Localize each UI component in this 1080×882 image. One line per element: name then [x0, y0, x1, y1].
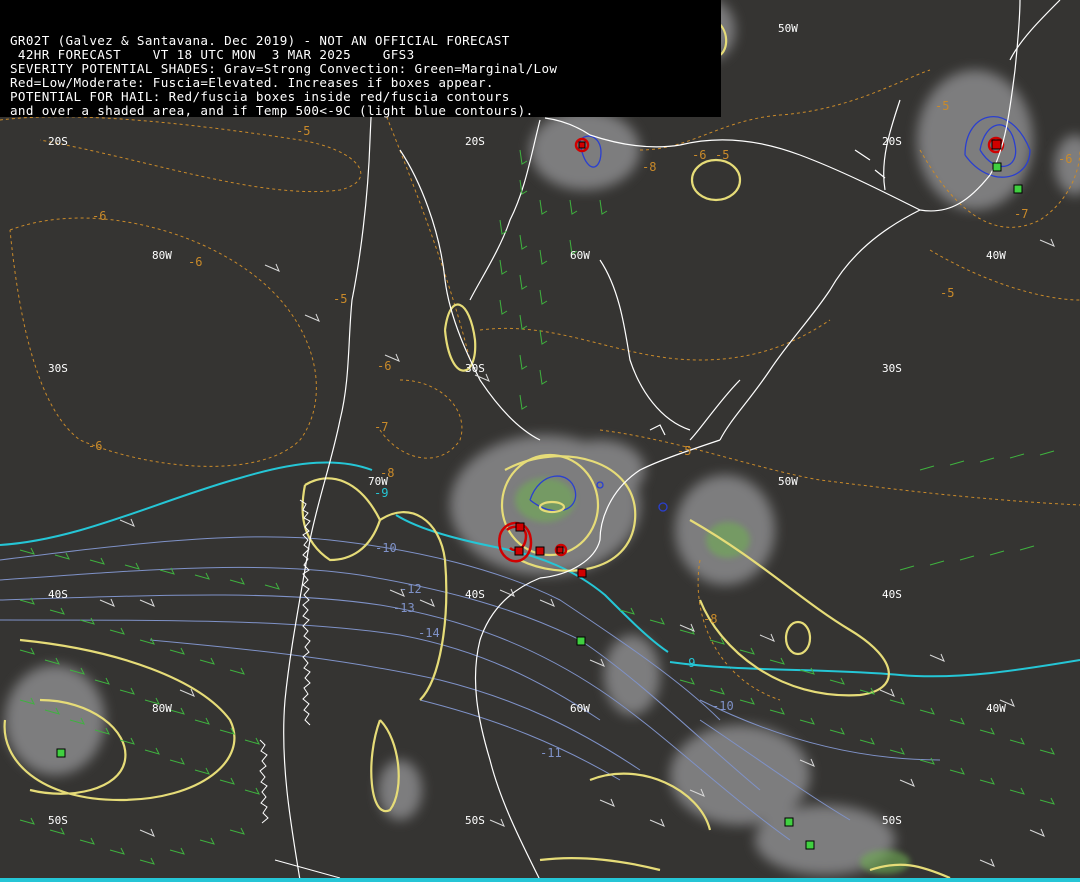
- temp-label: -8: [703, 612, 717, 626]
- map-canvas: 20S 20S 20S 30S 30S 30S 40S 40S 40S 50S …: [0, 0, 1080, 882]
- hail-box-icon: [514, 546, 524, 556]
- lat-label: 30S: [465, 362, 485, 375]
- lon-label: 60W: [570, 702, 590, 715]
- lat-label: 30S: [882, 362, 902, 375]
- lat-label: 20S: [48, 135, 68, 148]
- hail-box-icon: [535, 546, 545, 556]
- temp-label: -7: [1014, 207, 1028, 221]
- temp-label: -5: [940, 286, 954, 300]
- hail-box-icon: [991, 139, 1002, 150]
- temp-label: -6: [92, 209, 106, 223]
- lat-label: 50S: [465, 814, 485, 827]
- temp-label: -9: [374, 486, 388, 500]
- temp-label: -6: [188, 255, 202, 269]
- temp-label: -6: [692, 148, 706, 162]
- chile-fjords: [259, 499, 341, 879]
- weather-map: 20S 20S 20S 30S 30S 30S 40S 40S 40S 50S …: [0, 0, 1080, 882]
- temp-label: -8: [642, 160, 656, 174]
- temp-label: -7: [374, 420, 388, 434]
- header-legend-severity: SEVERITY POTENTIAL SHADES: Grav=Strong C…: [10, 60, 558, 76]
- temperature-labels: -5 -5 -5 -5 -5 -5 -6 -6 -6 -6 -6 -6 -7 -…: [88, 99, 1072, 760]
- hail-box-icon: [578, 141, 586, 149]
- temp-label: -6: [377, 359, 391, 373]
- lat-label: 40S: [48, 588, 68, 601]
- temp-label: -5: [296, 124, 310, 138]
- lat-label: 20S: [882, 135, 902, 148]
- header-legend-hail: POTENTIAL FOR HAIL: Red/fuscia boxes ins…: [10, 88, 510, 104]
- temp-label: -6: [1058, 152, 1072, 166]
- lat-label: 50S: [48, 814, 68, 827]
- forecast-header: GR02T (Galvez & Santavana. Dec 2019) - N…: [0, 0, 721, 117]
- temp-label: -13: [393, 601, 415, 615]
- header-forecast-time: 42HR FORECAST VT 18 UTC MON 3 MAR 2025 G…: [10, 46, 415, 62]
- temp-label: -12: [400, 582, 422, 596]
- hail-box-icon: [1013, 184, 1023, 194]
- temp-label: -14: [418, 626, 440, 640]
- lat-label: 20S: [465, 135, 485, 148]
- hail-box-icon: [805, 840, 815, 850]
- temp-label: -5: [715, 148, 729, 162]
- lat-label: 30S: [48, 362, 68, 375]
- convection-contours: [3, 19, 951, 880]
- hail-box-icon: [515, 522, 525, 532]
- temp-label: -5: [935, 99, 949, 113]
- lon-label: 80W: [152, 702, 172, 715]
- lon-label: 40W: [986, 249, 1006, 262]
- temp-label: -10: [712, 699, 734, 713]
- lon-label: 80W: [152, 249, 172, 262]
- lon-label: 60W: [570, 249, 590, 262]
- lat-label: 50S: [882, 814, 902, 827]
- header-legend-colors: Red=Low/Moderate: Fuscia=Elevated. Incre…: [10, 74, 494, 90]
- header-legend-temp: and over a shaded area, and if Temp 500<…: [10, 102, 534, 118]
- temp-label: -5: [333, 292, 347, 306]
- lon-label: 50W: [778, 475, 798, 488]
- temp-label: -11: [540, 746, 562, 760]
- lon-label: 50W: [778, 22, 798, 35]
- temp-label: -8: [380, 466, 394, 480]
- hail-box-icon: [577, 568, 587, 578]
- hail-box-icon: [556, 546, 564, 554]
- hail-box-icon: [576, 636, 586, 646]
- hail-box-icon: [56, 748, 66, 758]
- temp-label: -5: [677, 444, 691, 458]
- temp-label: -10: [375, 541, 397, 555]
- grid-labels: 20S 20S 20S 30S 30S 30S 40S 40S 40S 50S …: [48, 22, 1006, 827]
- header-title: GR02T (Galvez & Santavana. Dec 2019) - N…: [10, 33, 510, 48]
- bottom-border: [0, 878, 1080, 882]
- lat-label: 40S: [882, 588, 902, 601]
- severity-shading: [5, 0, 1080, 875]
- temp-label: -9: [681, 656, 695, 670]
- lon-label: 40W: [986, 702, 1006, 715]
- lat-label: 40S: [465, 588, 485, 601]
- hail-box-icon: [992, 162, 1002, 172]
- temp-label: -6: [88, 439, 102, 453]
- hail-box-icon: [784, 817, 794, 827]
